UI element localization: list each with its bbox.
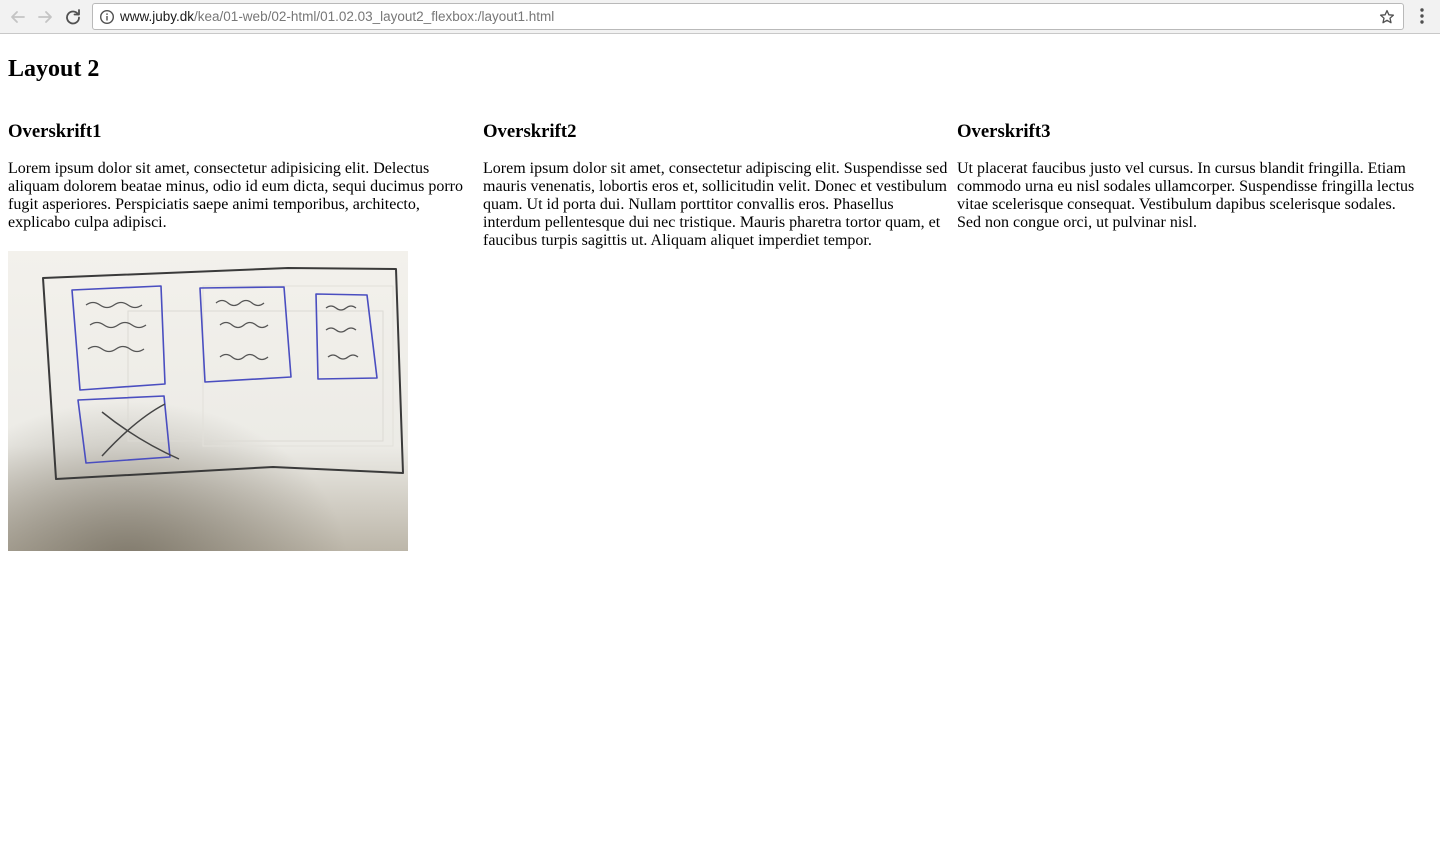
column-3: Overskrift3 Ut placerat faucibus justo v… <box>957 121 1431 232</box>
reload-button[interactable] <box>61 5 85 29</box>
url-host: www.juby.dk <box>120 9 195 24</box>
column-1: Overskrift1 Lorem ipsum dolor sit amet, … <box>8 121 482 551</box>
forward-arrow-icon <box>38 11 52 23</box>
column-text: Lorem ipsum dolor sit amet, consectetur … <box>8 160 464 231</box>
column-text: Ut placerat faucibus justo vel cursus. I… <box>957 160 1415 231</box>
info-icon[interactable] <box>99 9 115 25</box>
column-text: Lorem ipsum dolor sit amet, consectetur … <box>483 160 948 249</box>
star-icon[interactable] <box>1379 9 1395 25</box>
forward-button[interactable] <box>33 5 57 29</box>
column-2: Overskrift2 Lorem ipsum dolor sit amet, … <box>483 121 957 250</box>
column-heading: Overskrift3 <box>957 121 1051 142</box>
reload-icon <box>66 9 80 25</box>
page-title: Layout 2 <box>8 56 100 82</box>
address-bar[interactable]: www.juby.dk/kea/01-web/02-html/01.02.03_… <box>92 3 1404 30</box>
column-heading: Overskrift1 <box>8 121 102 142</box>
back-arrow-icon <box>11 11 25 23</box>
layout-sketch-image <box>8 251 408 551</box>
url-text[interactable]: www.juby.dk/kea/01-web/02-html/01.02.03_… <box>120 9 554 25</box>
url-path: /kea/01-web/02-html/01.02.03_layout2_fle… <box>194 9 555 24</box>
page-content: Layout 2 Overskrift1 Lorem ipsum dolor s… <box>0 35 1440 861</box>
vertical-dots-icon[interactable] <box>1413 6 1431 26</box>
back-button[interactable] <box>6 5 30 29</box>
column-heading: Overskrift2 <box>483 121 577 142</box>
browser-toolbar: www.juby.dk/kea/01-web/02-html/01.02.03_… <box>0 0 1440 34</box>
